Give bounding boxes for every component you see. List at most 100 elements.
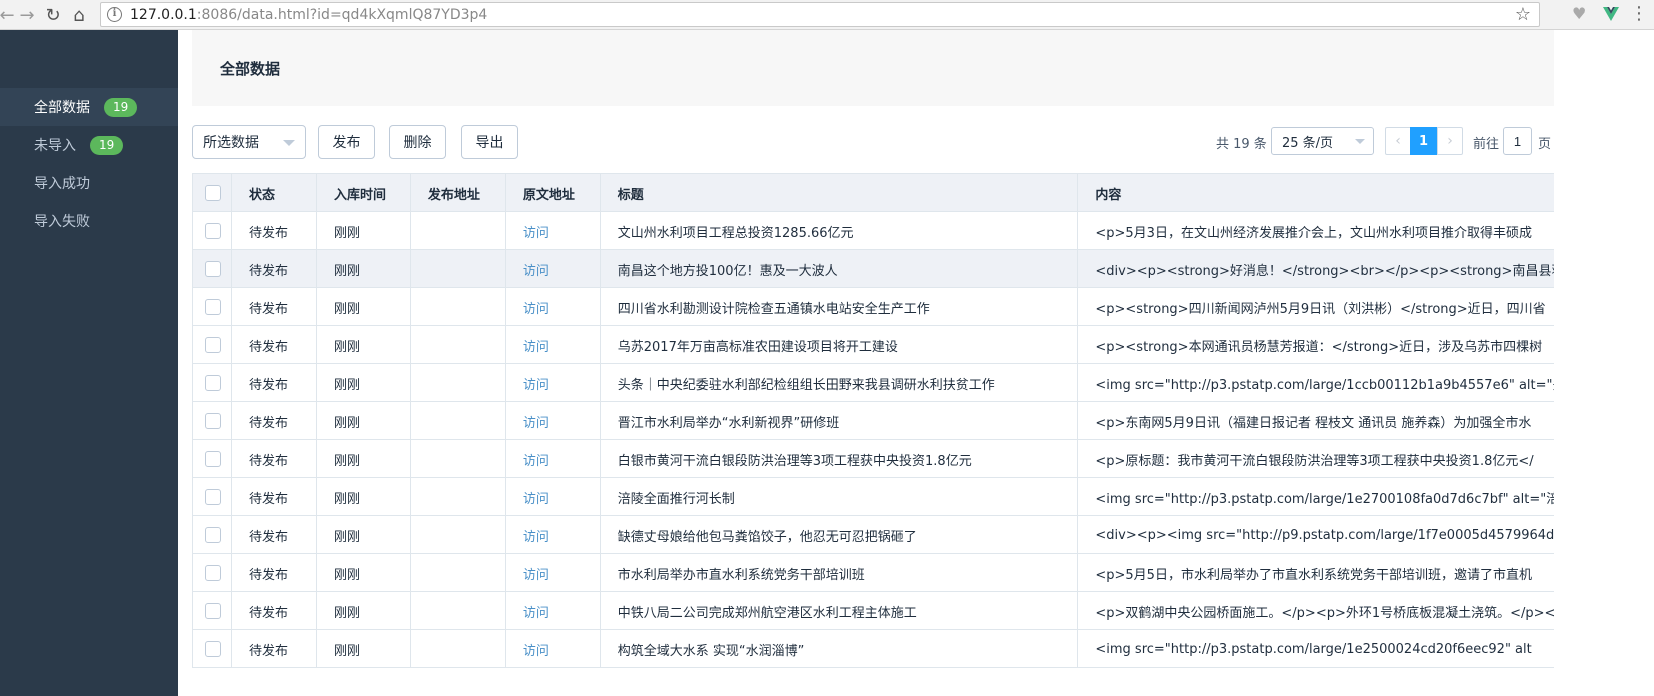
content-cell: <p><strong>四川新闻网泸州5月9日讯（刘洪彬）</strong>近日，… xyxy=(1095,301,1546,317)
publish-url-cell xyxy=(411,250,506,288)
source-url-cell: 访问 xyxy=(506,630,601,668)
row-checkbox[interactable] xyxy=(205,489,221,505)
table-row[interactable]: 待发布 刚刚 访问 乌苏2017年万亩高标准农田建设项目将开工建设 <p><strong… xyxy=(193,326,1554,364)
sidebar-item-label: 导入失败 xyxy=(34,214,90,230)
table-row[interactable]: 待发布 刚刚 访问 头条｜中央纪委驻水利部纪检组组长田野来我县调研水利扶贫工作 <img… xyxy=(193,364,1554,402)
row-checkbox[interactable] xyxy=(205,451,221,467)
row-checkbox[interactable] xyxy=(205,413,221,429)
selection-dropdown[interactable]: 所选数据 xyxy=(192,125,306,159)
visit-link[interactable]: 访问 xyxy=(523,336,549,355)
row-checkbox[interactable] xyxy=(205,603,221,619)
content-cell: <img src="http://p3.pstatp.com/large/1e2… xyxy=(1095,491,1554,507)
table-row[interactable]: 待发布 刚刚 访问 南昌这个地方投100亿！惠及一大波人 <div><p><strong… xyxy=(193,250,1554,288)
content-cell: <p><strong>本网通讯员杨慧芳报道：</strong>近日，涉及乌苏市四… xyxy=(1095,339,1543,355)
visit-link[interactable]: 访问 xyxy=(523,374,549,393)
visit-link[interactable]: 访问 xyxy=(523,260,549,279)
table-row[interactable]: 待发布 刚刚 访问 文山州水利项目工程总投资1285.66亿元 <p>5月3日，在文山州… xyxy=(193,212,1554,250)
column-header-status[interactable]: 状态 xyxy=(232,174,317,212)
sidebar-item-import-failed[interactable]: 导入失败 xyxy=(0,202,178,240)
status-cell: 待发布 xyxy=(232,516,317,554)
row-checkbox[interactable] xyxy=(205,527,221,543)
title-cell: 乌苏2017年万亩高标准农田建设项目将开工建设 xyxy=(601,326,1079,364)
visit-link[interactable]: 访问 xyxy=(523,564,549,583)
row-checkbox[interactable] xyxy=(205,565,221,581)
sidebar: 全部数据 19 未导入 19 导入成功 导入失败 xyxy=(0,30,178,696)
column-header-source-url[interactable]: 原文地址 xyxy=(506,174,601,212)
table-row[interactable]: 待发布 刚刚 访问 四川省水利勘测设计院检查五通镇水电站安全生产工作 <p><stron… xyxy=(193,288,1554,326)
table-row[interactable]: 待发布 刚刚 访问 缺德丈母娘给他包马粪馅饺子，他忍无可忍把锅砸了 <div><p><i… xyxy=(193,516,1554,554)
row-checkbox[interactable] xyxy=(205,375,221,391)
sidebar-item-import-success[interactable]: 导入成功 xyxy=(0,164,178,202)
row-checkbox[interactable] xyxy=(205,299,221,315)
select-all-checkbox[interactable] xyxy=(205,185,221,201)
home-icon[interactable]: ⌂ xyxy=(66,2,92,28)
sidebar-item-not-imported[interactable]: 未导入 19 xyxy=(0,126,178,164)
row-checkbox-cell xyxy=(193,440,232,478)
browser-menu-icon[interactable]: ⋮ xyxy=(1630,3,1648,24)
table-row[interactable]: 待发布 刚刚 访问 构筑全域大水系 实现“水润淄博” <img src="http://… xyxy=(193,630,1554,668)
visit-link[interactable]: 访问 xyxy=(523,526,549,545)
table-row[interactable]: 待发布 刚刚 访问 白银市黄河干流白银段防洪治理等3项工程获中央投资1.8亿元 <p>原… xyxy=(193,440,1554,478)
selection-dropdown-value: 所选数据 xyxy=(203,135,259,151)
table-row[interactable]: 待发布 刚刚 访问 晋江市水利局举办“水利新视界”研修班 <p>东南网5月9日讯（福建日… xyxy=(193,402,1554,440)
row-checkbox[interactable] xyxy=(205,223,221,239)
vue-devtools-icon[interactable] xyxy=(1602,5,1620,23)
status-cell: 待发布 xyxy=(232,440,317,478)
status-cell: 待发布 xyxy=(232,288,317,326)
reload-icon[interactable]: ↻ xyxy=(40,2,66,28)
title-cell: 涪陵全面推行河长制 xyxy=(601,478,1079,516)
info-icon[interactable]: i xyxy=(107,7,122,22)
column-header-title[interactable]: 标题 xyxy=(601,174,1079,212)
title-cell: 构筑全域大水系 实现“水润淄博” xyxy=(601,630,1079,668)
header-checkbox-cell xyxy=(193,174,232,212)
visit-link[interactable]: 访问 xyxy=(523,298,549,317)
source-url-cell: 访问 xyxy=(506,212,601,250)
status-cell: 待发布 xyxy=(232,402,317,440)
page-size-select[interactable]: 25 条/页 xyxy=(1271,127,1374,155)
address-bar[interactable]: i 127.0.0.1:8086/data.html?id=qd4kXqmlQ8… xyxy=(100,2,1540,27)
publish-url-cell xyxy=(411,402,506,440)
time-cell: 刚刚 xyxy=(317,212,411,250)
sidebar-item-all-data[interactable]: 全部数据 19 xyxy=(0,88,178,126)
table-row[interactable]: 待发布 刚刚 访问 中铁八局二公司完成郑州航空港区水利工程主体施工 <p>双鹤湖中央公园… xyxy=(193,592,1554,630)
bookmark-star-icon[interactable]: ☆ xyxy=(1515,4,1531,25)
export-button[interactable]: 导出 xyxy=(461,125,518,159)
url-host: 127.0.0.1 xyxy=(130,6,197,23)
table-row[interactable]: 待发布 刚刚 访问 涪陵全面推行河长制 <img src="http://p3.psta… xyxy=(193,478,1554,516)
extension-rabbit-icon[interactable]: ♥ xyxy=(1572,4,1590,23)
page-number-current[interactable]: 1 xyxy=(1410,127,1437,155)
browser-toolbar: ← → ↻ ⌂ i 127.0.0.1:8086/data.html?id=qd… xyxy=(0,0,1654,30)
forward-arrow-icon[interactable]: → xyxy=(14,2,40,28)
status-cell: 待发布 xyxy=(232,212,317,250)
total-count: 共 19 条 xyxy=(1216,137,1267,152)
visit-link[interactable]: 访问 xyxy=(523,412,549,431)
row-checkbox[interactable] xyxy=(205,261,221,277)
row-checkbox-cell xyxy=(193,326,232,364)
prev-page-button[interactable]: ‹ xyxy=(1385,127,1411,155)
visit-link[interactable]: 访问 xyxy=(523,640,549,659)
publish-button[interactable]: 发布 xyxy=(318,125,375,159)
visit-link[interactable]: 访问 xyxy=(523,222,549,241)
column-header-publish-url[interactable]: 发布地址 xyxy=(411,174,506,212)
goto-page-input[interactable] xyxy=(1503,127,1532,155)
source-url-cell: 访问 xyxy=(506,250,601,288)
table-header-row: 状态 入库时间 发布地址 原文地址 标题 内容 xyxy=(193,174,1554,212)
column-header-content[interactable]: 内容 xyxy=(1078,174,1554,212)
goto-suffix: 页 xyxy=(1538,137,1552,152)
row-checkbox[interactable] xyxy=(205,641,221,657)
visit-link[interactable]: 访问 xyxy=(523,450,549,469)
row-checkbox-cell xyxy=(193,288,232,326)
row-checkbox-cell xyxy=(193,516,232,554)
title-cell: 晋江市水利局举办“水利新视界”研修班 xyxy=(601,402,1079,440)
time-cell: 刚刚 xyxy=(317,402,411,440)
row-checkbox[interactable] xyxy=(205,337,221,353)
source-url-cell: 访问 xyxy=(506,592,601,630)
publish-url-cell xyxy=(411,592,506,630)
table-row[interactable]: 待发布 刚刚 访问 市水利局举办市直水利系统党务干部培训班 <p>5月5日，市水利局举办… xyxy=(193,554,1554,592)
publish-url-cell xyxy=(411,326,506,364)
visit-link[interactable]: 访问 xyxy=(523,602,549,621)
next-page-button[interactable]: › xyxy=(1437,127,1463,155)
column-header-time[interactable]: 入库时间 xyxy=(317,174,411,212)
delete-button[interactable]: 删除 xyxy=(389,125,446,159)
visit-link[interactable]: 访问 xyxy=(523,488,549,507)
